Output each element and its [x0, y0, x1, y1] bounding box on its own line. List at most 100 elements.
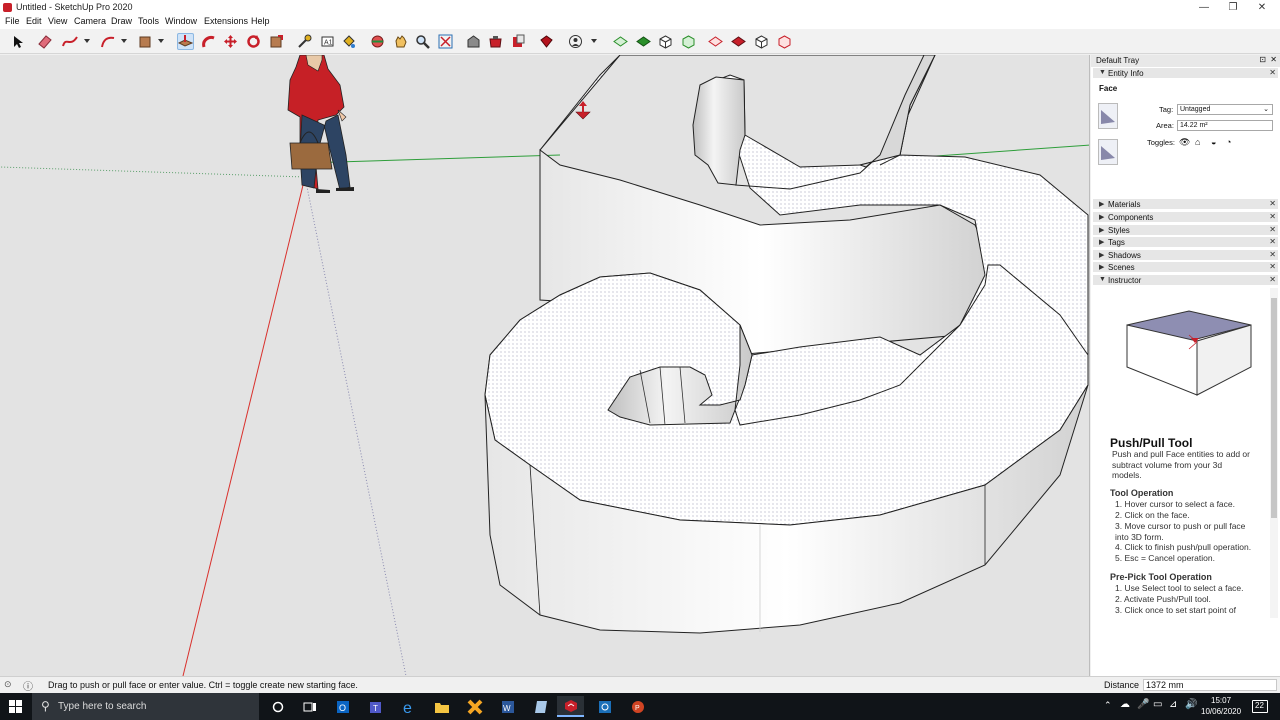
orbit-tool-icon[interactable] [369, 33, 386, 50]
section-shadows[interactable]: ▶ Shadows ✕ [1093, 250, 1278, 261]
section-materials[interactable]: ▶ Materials ✕ [1093, 199, 1278, 210]
tag-select[interactable]: Untagged ⌄ [1177, 104, 1273, 115]
settings-gear-icon[interactable] [591, 696, 618, 717]
menu-draw[interactable]: Draw [111, 16, 132, 26]
select-tool-icon[interactable] [9, 33, 26, 50]
cast-shadows-toggle-icon[interactable]: ◔ [1226, 137, 1231, 147]
close-icon[interactable]: ✕ [1269, 68, 1276, 77]
scene-canvas[interactable] [0, 55, 1090, 676]
lock-toggle-icon[interactable]: ⌂ [1195, 137, 1200, 147]
freehand-tool-icon[interactable] [61, 33, 78, 50]
close-icon[interactable]: ✕ [1269, 212, 1276, 221]
close-icon[interactable]: ✕ [1269, 237, 1276, 246]
close-icon[interactable]: ✕ [1269, 225, 1276, 234]
notifications-icon[interactable]: 22 [1252, 700, 1268, 713]
menu-file[interactable]: File [5, 16, 20, 26]
pan-tool-icon[interactable] [392, 33, 409, 50]
geo-location-icon[interactable]: ⊙ [4, 679, 12, 690]
extension-warehouse-tool-icon[interactable] [487, 33, 504, 50]
extruded-letter-s[interactable] [484, 55, 1089, 634]
section-scenes[interactable]: ▶ Scenes ✕ [1093, 262, 1278, 273]
section-tags[interactable]: ▶ Tags ✕ [1093, 237, 1278, 248]
menu-tools[interactable]: Tools [138, 16, 159, 26]
word-icon[interactable]: W [494, 696, 521, 717]
zoom-tool-icon[interactable] [414, 33, 431, 50]
taskbar-search[interactable]: ⚲ Type here to search [32, 693, 259, 720]
section-components[interactable]: ▶ Components ✕ [1093, 212, 1278, 223]
back-material-swatch[interactable] [1098, 139, 1118, 165]
section-styles[interactable]: ▶ Styles ✕ [1093, 225, 1278, 236]
edge-icon[interactable]: e [395, 696, 422, 717]
close-button[interactable]: ✕ [1244, 0, 1280, 15]
ruby-tool-icon[interactable] [538, 33, 555, 50]
tray-close-icon[interactable]: ✕ [1270, 55, 1277, 64]
freehand-dropdown-icon[interactable] [84, 39, 90, 43]
battery-icon[interactable]: ▭ [1153, 699, 1162, 710]
eraser-tool-icon[interactable] [36, 33, 53, 50]
volume-icon[interactable]: 🔊 [1185, 699, 1197, 710]
sketchup-taskbar-icon[interactable] [557, 696, 584, 717]
iso-view-icon[interactable] [612, 33, 629, 50]
arc-tool-icon[interactable] [99, 33, 116, 50]
cortana-icon[interactable] [264, 696, 291, 717]
receive-shadows-toggle-icon[interactable]: ◒ [1211, 137, 1216, 147]
instructor-scrollbar[interactable] [1270, 288, 1278, 618]
modeling-viewport[interactable] [0, 55, 1090, 676]
network-icon[interactable]: ⊿ [1169, 699, 1177, 710]
section-instructor[interactable]: ▼ Instructor ✕ [1093, 275, 1278, 286]
task-view-icon[interactable] [296, 696, 323, 717]
position-camera-tool-icon[interactable] [567, 33, 584, 50]
entity-info-header[interactable]: ▼ Entity Info ✕ [1093, 68, 1278, 79]
clock-time[interactable]: 15:07 [1211, 696, 1231, 705]
area-field[interactable]: 14.22 m² [1177, 120, 1273, 131]
close-icon[interactable]: ✕ [1269, 250, 1276, 259]
windows-start-icon[interactable] [9, 700, 22, 716]
camera-dropdown-icon[interactable] [591, 39, 597, 43]
front-material-swatch[interactable] [1098, 103, 1118, 129]
menu-window[interactable]: Window [165, 16, 197, 26]
notes-app-icon[interactable] [527, 696, 554, 717]
arc-dropdown-icon[interactable] [121, 39, 127, 43]
push-pull-tool-icon[interactable] [177, 33, 194, 50]
layout-send-tool-icon[interactable] [510, 33, 527, 50]
back-view-icon[interactable] [707, 33, 724, 50]
close-icon[interactable]: ✕ [1269, 262, 1276, 271]
onedrive-icon[interactable]: ☁ [1120, 699, 1130, 710]
show-hidden-icons-chevron-icon[interactable]: ⌃ [1104, 700, 1112, 711]
left-view-icon[interactable] [730, 33, 747, 50]
paint-bucket-tool-icon[interactable] [340, 33, 357, 50]
menu-camera[interactable]: Camera [74, 16, 106, 26]
pin-icon[interactable]: ⊡ [1259, 55, 1266, 64]
text-tool-icon[interactable]: A1 [319, 33, 336, 50]
clock-date[interactable]: 10/06/2020 [1201, 707, 1241, 716]
close-icon[interactable]: ✕ [1269, 275, 1276, 284]
menu-extensions[interactable]: Extensions [204, 16, 248, 26]
menu-view[interactable]: View [48, 16, 67, 26]
puzzle-app-icon[interactable] [461, 696, 488, 717]
microphone-icon[interactable]: 🎤 [1137, 699, 1149, 710]
info-icon[interactable]: ⓘ [23, 678, 33, 693]
shapes-dropdown-icon[interactable] [158, 39, 164, 43]
tape-measure-tool-icon[interactable] [296, 33, 313, 50]
measurement-input[interactable]: 1372 mm [1143, 679, 1277, 691]
rotate-tool-icon[interactable] [245, 33, 262, 50]
move-tool-icon[interactable] [222, 33, 239, 50]
rectangle-tool-icon[interactable] [136, 33, 153, 50]
section-display-icon[interactable] [776, 33, 793, 50]
menu-help[interactable]: Help [251, 16, 270, 26]
menu-edit[interactable]: Edit [26, 16, 42, 26]
teams-icon[interactable]: T [362, 696, 389, 717]
close-icon[interactable]: ✕ [1269, 199, 1276, 208]
front-view-icon[interactable] [657, 33, 674, 50]
outlook-icon[interactable]: O [329, 696, 356, 717]
follow-me-tool-icon[interactable] [200, 33, 217, 50]
top-view-icon[interactable] [635, 33, 652, 50]
right-view-icon[interactable] [680, 33, 697, 50]
powerpoint-icon[interactable]: P [624, 696, 651, 717]
scale-figure[interactable] [287, 55, 354, 193]
scrollbar-thumb[interactable] [1271, 298, 1277, 518]
section-plane-icon[interactable] [753, 33, 770, 50]
file-explorer-icon[interactable] [428, 696, 455, 717]
warehouse-tool-icon[interactable] [465, 33, 482, 50]
scale-tool-icon[interactable] [268, 33, 285, 50]
